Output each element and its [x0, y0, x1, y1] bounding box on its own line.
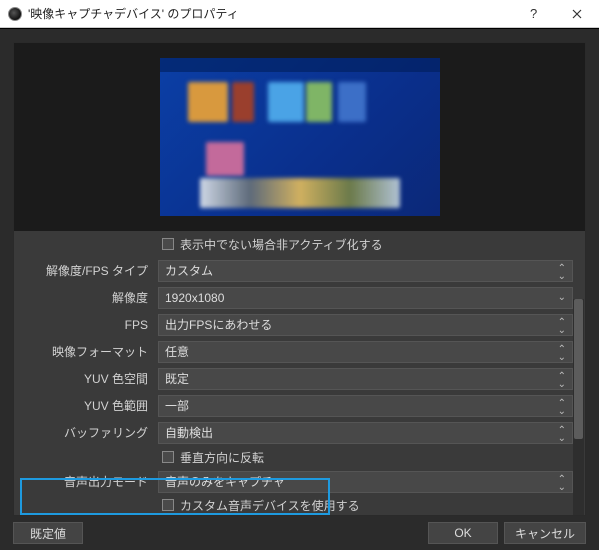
fps-row: FPS 出力FPSにあわせる ⌃ ⌄: [14, 311, 573, 338]
svg-text:?: ?: [530, 7, 537, 21]
deactivate-checkbox-row[interactable]: 表示中でない場合非アクティブ化する: [14, 231, 573, 257]
yuv-color-range-label: YUV 色範囲: [14, 397, 158, 414]
audio-output-mode-label: 音声出力モード: [14, 473, 158, 490]
fps-label: FPS: [14, 318, 158, 332]
combo-value: 既定: [165, 370, 189, 387]
flip-vertical-row[interactable]: 垂直方向に反転: [14, 446, 573, 468]
chevron-down-icon: ⌄: [558, 272, 566, 282]
yuv-color-space-row: YUV 色空間 既定 ⌃ ⌄: [14, 365, 573, 392]
buffering-row: バッファリング 自動検出 ⌃ ⌄: [14, 419, 573, 446]
combo-value: 音声のみをキャプチャ: [165, 473, 285, 490]
chevron-down-icon: ⌄: [558, 380, 566, 390]
yuv-color-range-combo[interactable]: 一部 ⌃ ⌄: [158, 395, 573, 417]
buffering-label: バッファリング: [14, 424, 158, 441]
audio-output-mode-combo[interactable]: 音声のみをキャプチャ ⌃ ⌄: [158, 471, 573, 493]
resolution-fps-type-label: 解像度/FPS タイプ: [14, 262, 158, 279]
combo-value: 出力FPSにあわせる: [165, 316, 272, 333]
titlebar: '映像キャプチャデバイス' のプロパティ ?: [0, 0, 599, 28]
video-preview: [160, 58, 440, 216]
combo-value: カスタム: [165, 262, 213, 279]
obs-logo-icon: [8, 7, 22, 21]
close-icon: [572, 9, 582, 19]
resolution-combo[interactable]: 1920x1080 ⌄: [158, 287, 573, 309]
chevron-down-icon: ⌄: [558, 483, 566, 493]
resolution-fps-type-row: 解像度/FPS タイプ カスタム ⌃ ⌄: [14, 257, 573, 284]
video-format-combo[interactable]: 任意 ⌃ ⌄: [158, 341, 573, 363]
checkbox-icon: [162, 238, 174, 250]
chevron-down-icon: ⌄: [558, 293, 566, 303]
help-button[interactable]: ?: [511, 0, 555, 28]
combo-value: 任意: [165, 343, 189, 360]
checkbox-icon: [162, 451, 174, 463]
custom-audio-device-label: カスタム音声デバイスを使用する: [180, 497, 360, 514]
buffering-combo[interactable]: 自動検出 ⌃ ⌄: [158, 422, 573, 444]
resolution-fps-type-combo[interactable]: カスタム ⌃ ⌄: [158, 260, 573, 282]
properties-panel: 表示中でない場合非アクティブ化する 解像度/FPS タイプ カスタム ⌃ ⌄ 解…: [13, 42, 586, 516]
deactivate-label: 表示中でない場合非アクティブ化する: [180, 236, 383, 253]
window-title: '映像キャプチャデバイス' のプロパティ: [28, 5, 511, 22]
flip-vertical-label: 垂直方向に反転: [180, 449, 264, 466]
video-format-row: 映像フォーマット 任意 ⌃ ⌄: [14, 338, 573, 365]
close-button[interactable]: [555, 0, 599, 28]
resolution-row: 解像度 1920x1080 ⌄: [14, 284, 573, 311]
combo-value: 一部: [165, 397, 189, 414]
yuv-color-range-row: YUV 色範囲 一部 ⌃ ⌄: [14, 392, 573, 419]
combo-value: 1920x1080: [165, 291, 224, 305]
form-scrollbar[interactable]: [573, 299, 584, 515]
yuv-color-space-combo[interactable]: 既定 ⌃ ⌄: [158, 368, 573, 390]
preview-area: [14, 43, 585, 231]
defaults-button[interactable]: 既定値: [13, 522, 83, 544]
fps-combo[interactable]: 出力FPSにあわせる ⌃ ⌄: [158, 314, 573, 336]
ok-button[interactable]: OK: [428, 522, 498, 544]
resolution-label: 解像度: [14, 289, 158, 306]
cancel-button[interactable]: キャンセル: [504, 522, 586, 544]
help-icon: ?: [528, 7, 538, 21]
chevron-down-icon: ⌄: [558, 434, 566, 444]
combo-value: 自動検出: [165, 424, 213, 441]
custom-audio-device-row[interactable]: カスタム音声デバイスを使用する: [14, 495, 573, 515]
dialog-body: 表示中でない場合非アクティブ化する 解像度/FPS タイプ カスタム ⌃ ⌄ 解…: [0, 28, 599, 550]
checkbox-icon: [162, 499, 174, 511]
chevron-down-icon: ⌄: [558, 353, 566, 363]
audio-output-mode-row: 音声出力モード 音声のみをキャプチャ ⌃ ⌄: [14, 468, 573, 495]
scrollbar-thumb[interactable]: [574, 299, 583, 439]
button-bar: 既定値 OK キャンセル: [0, 516, 599, 550]
form-area: 表示中でない場合非アクティブ化する 解像度/FPS タイプ カスタム ⌃ ⌄ 解…: [14, 231, 573, 515]
yuv-color-space-label: YUV 色空間: [14, 370, 158, 387]
video-format-label: 映像フォーマット: [14, 343, 158, 360]
chevron-down-icon: ⌄: [558, 407, 566, 417]
chevron-down-icon: ⌄: [558, 326, 566, 336]
